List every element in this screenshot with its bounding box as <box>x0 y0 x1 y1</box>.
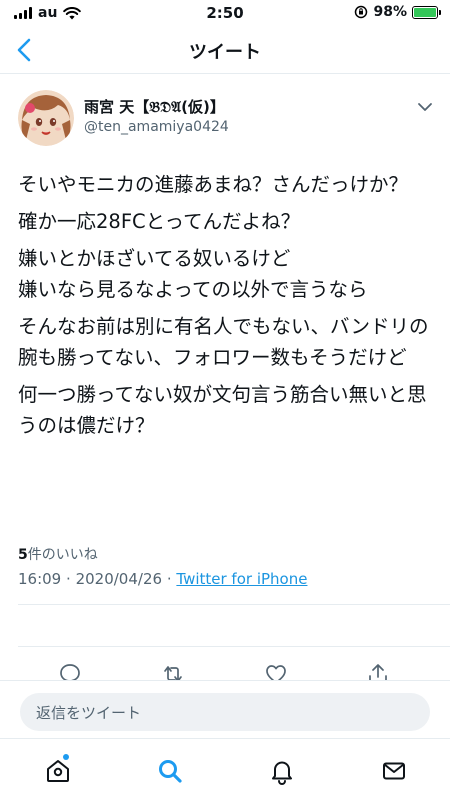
likes-count: 5 <box>18 547 28 563</box>
search-icon[interactable] <box>156 757 184 785</box>
status-right: 98% <box>354 4 441 20</box>
home-icon[interactable] <box>44 757 72 785</box>
status-bar: au 2:50 98% <box>0 0 450 26</box>
tweet-time: 16:09 <box>18 570 62 588</box>
reply-area: 返信をツイート <box>0 680 450 738</box>
tweet-paragraph: 何一つ勝ってない奴が文句言う筋合い無いと思うのは儂だけ？ <box>18 383 427 437</box>
tab-bar <box>0 738 450 800</box>
battery-fill <box>414 7 436 17</box>
orientation-lock-icon <box>355 5 368 19</box>
author-block[interactable]: 雨宮 天【𝔅𝔇𝔄(仮)】 @ten_amamiya0424 <box>84 97 229 137</box>
tweet-paragraph: そいやモニカの進藤あまね？さんだっけか？ <box>18 173 409 196</box>
tweet-meta: 16:09 · 2020/04/26 · Twitter for iPhone <box>18 570 307 588</box>
divider <box>18 604 450 605</box>
display-name: 雨宮 天【𝔅𝔇𝔄(仮)】 <box>84 98 225 116</box>
reply-input[interactable]: 返信をツイート <box>20 693 430 731</box>
bell-icon[interactable] <box>268 757 296 785</box>
meta-separator: · <box>166 570 172 588</box>
tweet-date: 2020/04/26 <box>75 570 163 588</box>
header: ツイート <box>0 26 450 74</box>
mail-icon[interactable] <box>380 757 408 785</box>
meta-separator: · <box>66 570 71 588</box>
notification-dot <box>63 754 69 760</box>
tweet-text: そいやモニカの進藤あまね？さんだっけか？ 確か一応28FCとってんだよね？ 嫌い… <box>18 169 432 447</box>
likes-row[interactable]: 5件のいいね <box>18 544 98 564</box>
tweet-source-link[interactable]: Twitter for iPhone <box>176 570 307 588</box>
chevron-down-icon[interactable] <box>416 98 434 116</box>
tweet-paragraph: 確か一応28FCとってんだよね？ <box>18 210 301 233</box>
divider <box>18 646 450 647</box>
page-title: ツイート <box>189 42 261 63</box>
likes-label: 件のいいね <box>27 547 98 563</box>
avatar[interactable] <box>18 90 74 146</box>
tweet-paragraph: そんなお前は別に有名人でもない、バンドリの腕も勝ってない、フォロワー数もそうだけ… <box>18 315 429 369</box>
handle: @ten_amamiya0424 <box>84 119 229 135</box>
battery-percent: 98% <box>373 4 407 20</box>
tweet-paragraph: 嫌いとかほざいてる奴いるけど 嫌いなら見るなよっての以外で言うなら <box>18 247 368 301</box>
battery-icon <box>412 5 441 19</box>
